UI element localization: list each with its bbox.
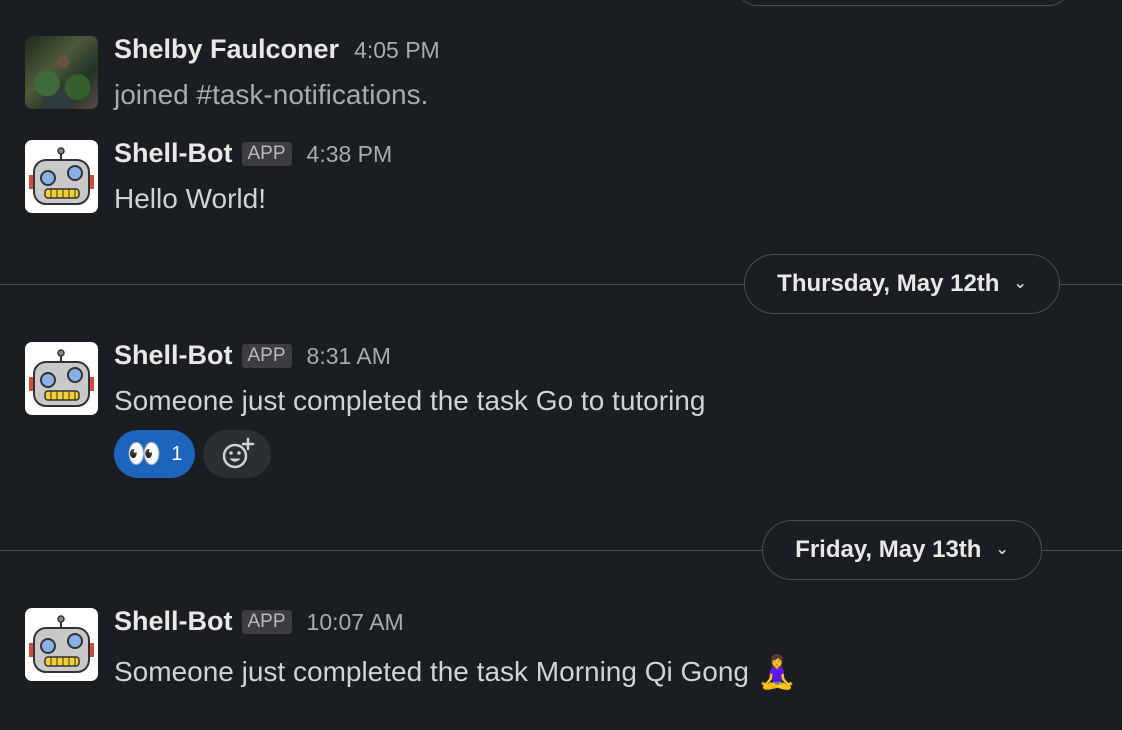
avatar[interactable] — [25, 342, 98, 415]
robot-icon — [29, 615, 94, 673]
author-name[interactable]: Shell-Bot — [114, 606, 233, 637]
add-reaction-icon — [222, 437, 255, 469]
robot-icon — [29, 147, 94, 205]
date-divider-thursday[interactable]: Thursday, May 12th ⌄ — [744, 254, 1060, 314]
add-reaction-button[interactable] — [203, 430, 271, 478]
timestamp[interactable]: 4:38 PM — [307, 141, 393, 168]
message-header: Shell-Bot APP 4:38 PM — [114, 138, 392, 169]
meditation-emoji: 🧘‍♀️ — [757, 654, 797, 690]
chevron-down-icon: ⌄ — [1013, 275, 1027, 292]
date-divider-pill-partial[interactable] — [736, 0, 1070, 6]
message-text: Hello World! — [114, 183, 266, 214]
message-text: Someone just completed the task Go to tu… — [114, 385, 706, 416]
chevron-down-icon: ⌄ — [995, 541, 1009, 558]
app-badge: APP — [241, 610, 292, 634]
eyes-emoji: 👀 — [126, 438, 162, 469]
author-name[interactable]: Shell-Bot — [114, 340, 233, 371]
author-name[interactable]: Shelby Faulconer — [114, 34, 339, 65]
reaction-count: 1 — [171, 442, 183, 465]
message-header: Shelby Faulconer 4:05 PM — [114, 34, 440, 65]
app-badge: APP — [241, 344, 292, 368]
date-label: Thursday, May 12th — [777, 270, 1000, 297]
avatar[interactable] — [25, 140, 98, 213]
message-header: Shell-Bot APP 10:07 AM — [114, 606, 404, 637]
date-divider-friday[interactable]: Friday, May 13th ⌄ — [762, 520, 1042, 580]
avatar[interactable] — [25, 36, 98, 109]
message-text: Someone just completed the task Morning … — [114, 656, 750, 687]
timestamp[interactable]: 8:31 AM — [307, 343, 391, 370]
reaction-eyes[interactable]: 👀 1 — [114, 430, 195, 478]
robot-icon — [29, 349, 94, 407]
message-header: Shell-Bot APP 8:31 AM — [114, 340, 391, 371]
timestamp[interactable]: 10:07 AM — [307, 609, 404, 636]
author-name[interactable]: Shell-Bot — [114, 138, 233, 169]
date-label: Friday, May 13th — [795, 536, 982, 563]
app-badge: APP — [241, 142, 292, 166]
message-text: joined #task-notifications. — [114, 79, 429, 110]
avatar[interactable] — [25, 608, 98, 681]
timestamp[interactable]: 4:05 PM — [354, 37, 440, 64]
message-text-wrap: Someone just completed the task Morning … — [114, 651, 797, 690]
